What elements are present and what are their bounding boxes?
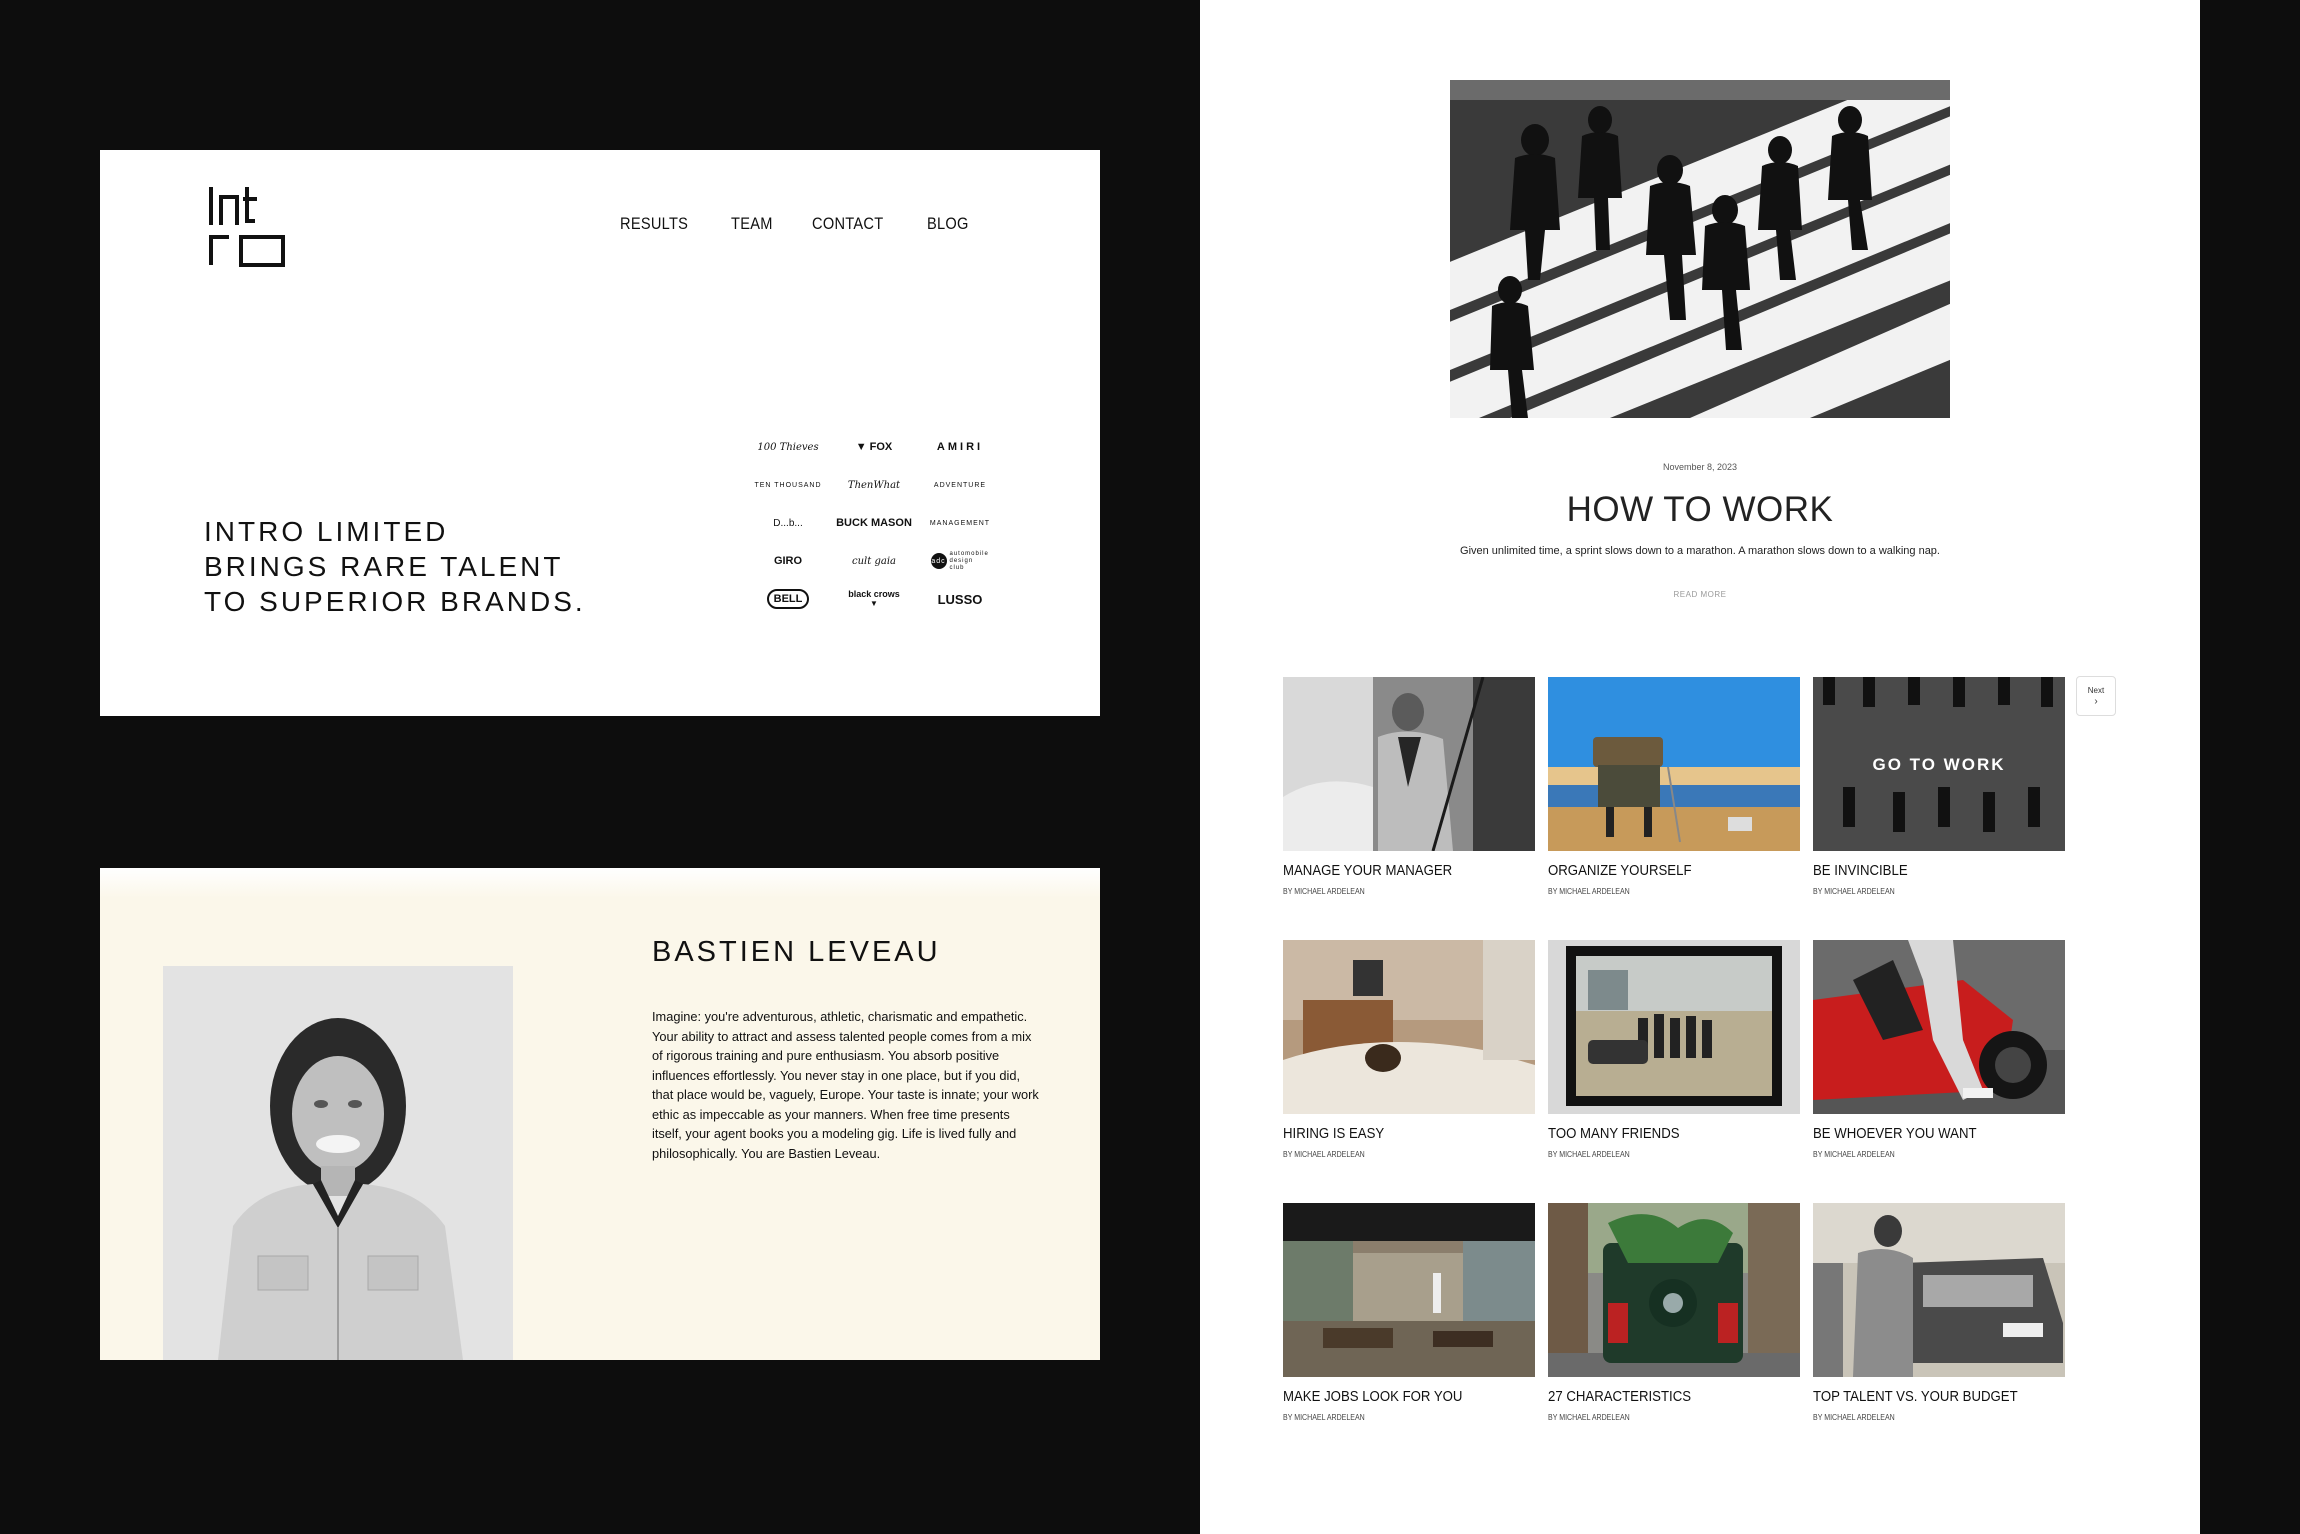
nav-team[interactable]: TEAM <box>731 214 773 234</box>
brand-logo: MANAGEMENT <box>929 519 991 527</box>
brand-logo: BELL <box>745 584 831 614</box>
post-author: BY MICHAEL ARDELEAN <box>1813 1413 1895 1422</box>
brand-logo: 100 Thieves <box>757 441 819 453</box>
next-page-button[interactable]: Next › <box>2076 676 2116 716</box>
intro-logo[interactable] <box>207 185 287 267</box>
featured-post-image[interactable] <box>1450 80 1950 418</box>
blog-post-grid: MANAGE YOUR MANAGER BY MICHAEL ARDELEAN <box>1283 677 2065 1466</box>
post-author: BY MICHAEL ARDELEAN <box>1283 1150 1365 1159</box>
brand-logo: black crows ▼ <box>831 584 917 614</box>
post-thumbnail[interactable] <box>1813 940 2065 1114</box>
thumbnail-image <box>1283 1203 1535 1377</box>
thumbnail-image <box>1813 1203 2065 1377</box>
brand-logo-label: FOX <box>869 441 893 453</box>
blog-post-card[interactable]: 27 CHARACTERISTICS BY MICHAEL ARDELEAN <box>1548 1203 1800 1466</box>
blog-post-card[interactable]: GO TO WORK BE INVINCIBLE BY MICHAEL ARDE… <box>1813 677 2065 940</box>
post-title[interactable]: 27 CHARACTERISTICS <box>1548 1388 1770 1405</box>
chevron-right-icon: › <box>2094 696 2098 707</box>
nav-blog[interactable]: BLOG <box>927 214 969 234</box>
main-nav: RESULTS TEAM CONTACT BLOG <box>620 214 975 234</box>
hero-tagline: INTRO LIMITED BRINGS RARE TALENT TO SUPE… <box>204 514 624 619</box>
team-member-bio: Imagine: you're adventurous, athletic, c… <box>652 1009 1039 1161</box>
post-author: BY MICHAEL ARDELEAN <box>1548 1413 1630 1422</box>
blog-page: November 8, 2023 HOW TO WORK Given unlim… <box>1200 0 2200 1534</box>
tagline-line-3: TO SUPERIOR BRANDS. <box>204 586 586 617</box>
brand-logo: ThenWhat <box>847 479 901 491</box>
team-member-name: BASTIEN LEVEAU <box>652 936 941 968</box>
brand-logo: AMIRI <box>936 441 984 453</box>
post-title[interactable]: ORGANIZE YOURSELF <box>1548 862 1770 879</box>
brand-logo: LUSSO <box>937 591 983 607</box>
post-thumbnail[interactable] <box>1548 677 1800 851</box>
blog-post-card[interactable]: MANAGE YOUR MANAGER BY MICHAEL ARDELEAN <box>1283 677 1535 940</box>
brand-logo-label: black crows <box>848 589 900 599</box>
portrait-image <box>163 966 513 1360</box>
post-author: BY MICHAEL ARDELEAN <box>1548 887 1630 896</box>
thumbnail-image <box>1283 940 1535 1114</box>
thumbnail-image <box>1548 677 1800 851</box>
post-thumbnail[interactable] <box>1813 1203 2065 1377</box>
thumbnail-image <box>1813 940 2065 1114</box>
client-logo-grid: 100 Thieves ▼ FOX AMIRI TEN THOUSAND The… <box>745 432 1007 614</box>
brand-logo-label: automobile design club <box>949 550 989 571</box>
brand-logo: D...b... <box>773 517 803 529</box>
post-title[interactable]: MAKE JOBS LOOK FOR YOU <box>1283 1388 1505 1405</box>
blog-post-card[interactable]: TOO MANY FRIENDS BY MICHAEL ARDELEAN <box>1548 940 1800 1203</box>
featured-post-title[interactable]: HOW TO WORK <box>1200 490 2200 530</box>
brand-logo: ADVENTURE <box>933 481 987 489</box>
blog-post-card[interactable]: HIRING IS EASY BY MICHAEL ARDELEAN <box>1283 940 1535 1203</box>
featured-post-excerpt: Given unlimited time, a sprint slows dow… <box>1460 545 1940 557</box>
post-author: BY MICHAEL ARDELEAN <box>1813 1150 1895 1159</box>
chevron-stack-icon: ▼ <box>870 599 878 608</box>
post-title[interactable]: TOP TALENT VS. YOUR BUDGET <box>1813 1388 2035 1405</box>
post-thumbnail[interactable] <box>1283 677 1535 851</box>
brand-logo-label: BELL <box>766 589 810 609</box>
fox-head-icon: ▼ <box>855 441 867 453</box>
nav-results[interactable]: RESULTS <box>620 214 688 234</box>
featured-post-date: November 8, 2023 <box>1662 462 1738 472</box>
thumbnail-image: GO TO WORK <box>1813 677 2065 851</box>
brand-logo: ▼ FOX <box>831 432 917 462</box>
brand-logo: GIRO <box>773 555 803 567</box>
overlay-text: GO TO WORK <box>1872 755 2005 774</box>
post-title[interactable]: BE WHOEVER YOU WANT <box>1813 1125 2035 1142</box>
blog-post-card[interactable]: BE WHOEVER YOU WANT BY MICHAEL ARDELEAN <box>1813 940 2065 1203</box>
tagline-line-1: INTRO LIMITED <box>204 516 449 547</box>
read-more-link[interactable]: READ MORE <box>1200 590 2200 599</box>
post-author: BY MICHAEL ARDELEAN <box>1813 887 1895 896</box>
tagline-line-2: BRINGS RARE TALENT <box>204 551 564 582</box>
post-title[interactable]: TOO MANY FRIENDS <box>1548 1125 1770 1142</box>
post-thumbnail[interactable]: GO TO WORK <box>1813 677 2065 851</box>
next-label: Next <box>2087 686 2105 695</box>
post-author: BY MICHAEL ARDELEAN <box>1283 1413 1365 1422</box>
post-title[interactable]: BE INVINCIBLE <box>1813 862 2035 879</box>
nav-contact[interactable]: CONTACT <box>812 214 883 234</box>
blog-post-card[interactable]: MAKE JOBS LOOK FOR YOU BY MICHAEL ARDELE… <box>1283 1203 1535 1466</box>
team-member-card: BASTIEN LEVEAU Imagine: you're adventuro… <box>100 868 1100 1360</box>
blog-post-card[interactable]: ORGANIZE YOURSELF BY MICHAEL ARDELEAN <box>1548 677 1800 940</box>
brand-logo: TEN THOUSAND <box>754 481 822 489</box>
brand-logo: BUCK MASON <box>836 517 912 529</box>
thumbnail-image <box>1548 940 1800 1114</box>
post-title[interactable]: HIRING IS EASY <box>1283 1125 1505 1142</box>
post-thumbnail[interactable] <box>1548 1203 1800 1377</box>
thumbnail-image <box>1283 677 1535 851</box>
post-thumbnail[interactable] <box>1548 940 1800 1114</box>
blog-post-card[interactable]: TOP TALENT VS. YOUR BUDGET BY MICHAEL AR… <box>1813 1203 2065 1466</box>
adc-circle-icon: adc <box>930 553 947 569</box>
brand-logo: adc automobile design club <box>917 546 1003 576</box>
thumbnail-image <box>1548 1203 1800 1377</box>
post-author: BY MICHAEL ARDELEAN <box>1283 887 1365 896</box>
post-thumbnail[interactable] <box>1283 1203 1535 1377</box>
brand-logo: cult gaia <box>852 555 896 567</box>
post-title[interactable]: MANAGE YOUR MANAGER <box>1283 862 1505 879</box>
post-thumbnail[interactable] <box>1283 940 1535 1114</box>
post-author: BY MICHAEL ARDELEAN <box>1548 1150 1630 1159</box>
crosswalk-photo <box>1450 80 1950 418</box>
team-member-portrait <box>163 966 513 1360</box>
home-page-card: RESULTS TEAM CONTACT BLOG INTRO LIMITED … <box>100 150 1100 716</box>
